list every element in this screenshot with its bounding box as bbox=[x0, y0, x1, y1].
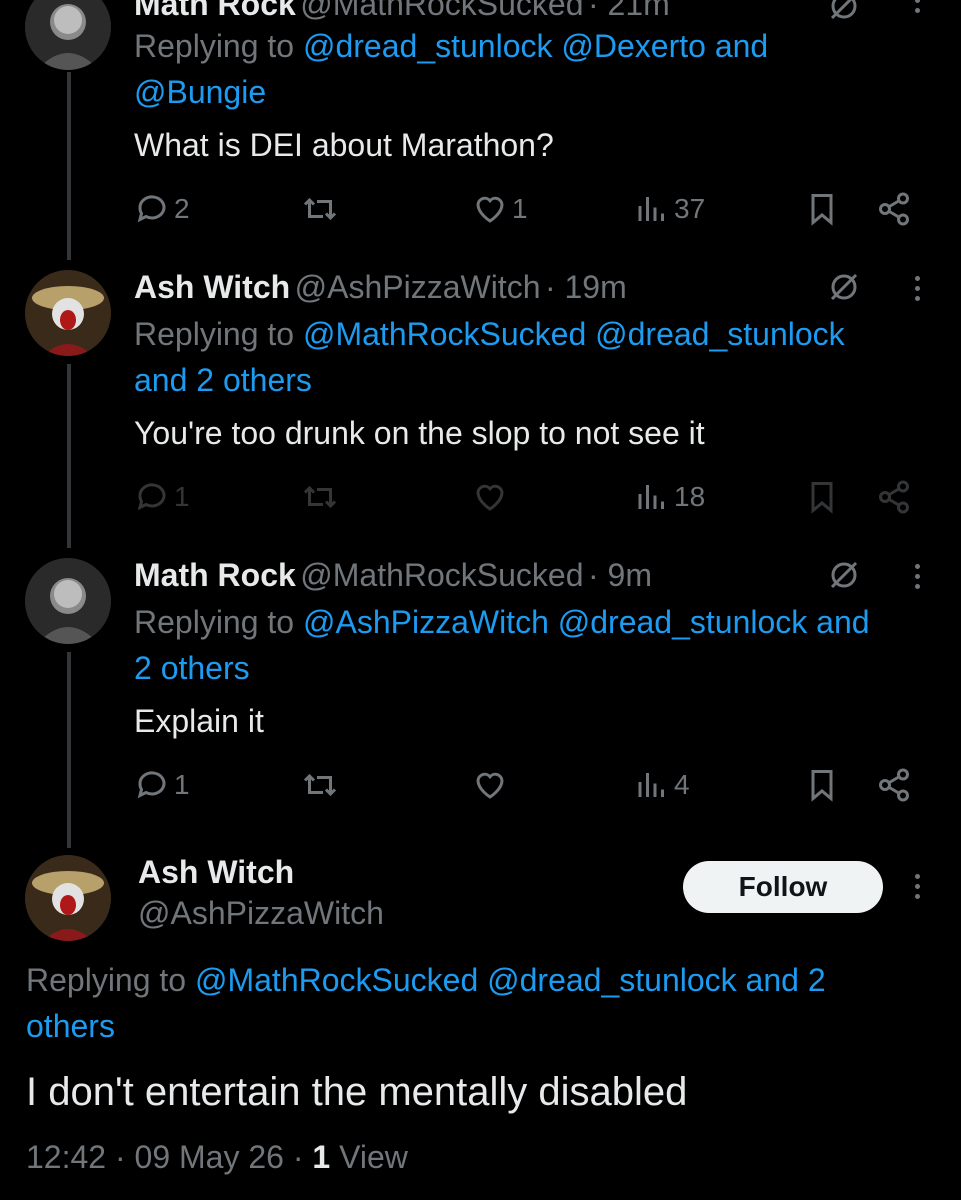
views-button[interactable]: 18 bbox=[634, 475, 705, 519]
mention-link[interactable]: @Bungie bbox=[134, 74, 266, 110]
like-button[interactable]: 1 bbox=[472, 187, 528, 231]
reply-button[interactable]: 1 bbox=[134, 475, 190, 519]
bookmark-icon bbox=[811, 194, 833, 226]
follow-button[interactable]: Follow bbox=[683, 861, 883, 913]
tweet-actions: 1 4 bbox=[134, 763, 924, 807]
replying-to: Replying to @MathRockSucked @dread_stunl… bbox=[26, 962, 826, 1044]
avatar[interactable] bbox=[25, 270, 111, 356]
avatar[interactable] bbox=[25, 0, 111, 70]
views-chart-icon bbox=[638, 773, 664, 797]
reply-count: 1 bbox=[174, 769, 190, 800]
like-button[interactable] bbox=[472, 475, 508, 519]
thread-line bbox=[67, 652, 71, 848]
bookmark-icon bbox=[811, 770, 833, 802]
reply-icon bbox=[137, 195, 166, 223]
avatar[interactable] bbox=[25, 855, 111, 941]
share-icon bbox=[879, 192, 909, 226]
mention-link[interactable]: @AshPizzaWitch @dread_stunlock and bbox=[303, 604, 870, 640]
share-icon bbox=[879, 480, 909, 514]
main-tweet-text: I don't entertain the mentally disabled bbox=[26, 1070, 688, 1114]
tweet-text: You're too drunk on the slop to not see … bbox=[134, 415, 705, 451]
tweet-actions: 1 18 bbox=[134, 475, 924, 519]
replying-to: Replying to @AshPizzaWitch @dread_stunlo… bbox=[134, 604, 870, 686]
display-name[interactable]: Math Rock bbox=[134, 557, 296, 593]
like-count: 1 bbox=[512, 193, 528, 224]
heart-icon bbox=[476, 484, 504, 511]
views-button[interactable]: 37 bbox=[634, 187, 705, 231]
bookmark-icon bbox=[811, 482, 833, 514]
views-count: 18 bbox=[674, 481, 706, 512]
tweet-text: What is DEI about Marathon? bbox=[134, 127, 554, 163]
reply-icon bbox=[137, 771, 166, 799]
avatar[interactable] bbox=[25, 558, 111, 644]
views-count: 4 bbox=[674, 769, 690, 800]
mention-link[interactable]: @dread_stunlock @Dexerto and bbox=[303, 28, 768, 64]
views-chart-icon bbox=[638, 197, 664, 221]
more-vertical-icon[interactable] bbox=[912, 874, 922, 904]
mention-link[interactable]: 2 others bbox=[134, 650, 250, 686]
tweet-header: Math Rock @MathRockSucked · 9m bbox=[134, 555, 652, 602]
views-chart-icon bbox=[638, 485, 664, 509]
mention-link[interactable]: @MathRockSucked @dread_stunlock bbox=[303, 316, 845, 352]
share-button[interactable] bbox=[876, 763, 912, 807]
replying-to: Replying to @MathRockSucked @dread_stunl… bbox=[134, 316, 845, 398]
more-vertical-icon[interactable] bbox=[912, 276, 922, 306]
tweet-date[interactable]: 09 May 26 bbox=[135, 1139, 284, 1175]
timestamp[interactable]: · 19m bbox=[545, 269, 627, 305]
repost-icon bbox=[303, 197, 337, 221]
tweet-text: Explain it bbox=[134, 703, 264, 739]
share-icon bbox=[879, 768, 909, 802]
timestamp[interactable]: · 21m bbox=[588, 0, 670, 22]
mention-link[interactable]: others bbox=[26, 1008, 115, 1044]
repost-button[interactable] bbox=[302, 763, 338, 807]
display-name[interactable]: Ash Witch bbox=[134, 269, 290, 305]
view-label: View bbox=[339, 1139, 408, 1175]
repost-icon bbox=[303, 485, 337, 509]
heart-icon bbox=[476, 772, 504, 799]
bookmark-button[interactable] bbox=[804, 763, 840, 807]
user-handle[interactable]: @AshPizzaWitch bbox=[138, 893, 384, 933]
thread-line bbox=[67, 364, 71, 548]
replying-to: Replying to @dread_stunlock @Dexerto and… bbox=[134, 28, 769, 110]
reply-button[interactable]: 2 bbox=[134, 187, 190, 231]
grok-icon[interactable] bbox=[826, 557, 862, 598]
user-handle[interactable]: @AshPizzaWitch bbox=[295, 269, 541, 305]
reply-count: 1 bbox=[174, 481, 190, 512]
repost-icon bbox=[303, 773, 337, 797]
repost-button[interactable] bbox=[302, 187, 338, 231]
bookmark-button[interactable] bbox=[804, 187, 840, 231]
like-button[interactable] bbox=[472, 763, 508, 807]
view-count: 1 bbox=[312, 1139, 331, 1175]
reply-icon bbox=[137, 483, 166, 511]
share-button[interactable] bbox=[876, 187, 912, 231]
tweet-metadata: 12:42 · 09 May 26 · 1 View bbox=[26, 1139, 408, 1175]
reply-button[interactable]: 1 bbox=[134, 763, 190, 807]
user-handle[interactable]: @MathRockSucked bbox=[300, 557, 583, 593]
grok-icon[interactable] bbox=[826, 269, 862, 310]
display-name[interactable]: Ash Witch bbox=[138, 852, 294, 892]
reply-count: 2 bbox=[174, 193, 190, 224]
tweet-actions: 2 1 37 bbox=[134, 187, 924, 231]
mention-link[interactable]: and 2 others bbox=[134, 362, 312, 398]
more-vertical-icon[interactable] bbox=[912, 0, 922, 18]
tweet-time[interactable]: 12:42 bbox=[26, 1139, 106, 1175]
views-button[interactable]: 4 bbox=[634, 763, 690, 807]
thread-line bbox=[67, 72, 71, 260]
views-count: 37 bbox=[674, 193, 706, 224]
timestamp[interactable]: · 9m bbox=[588, 557, 652, 593]
user-handle[interactable]: @MathRockSucked bbox=[300, 0, 583, 22]
tweet-header: Ash Witch @AshPizzaWitch · 19m bbox=[134, 267, 627, 314]
bookmark-button[interactable] bbox=[804, 475, 840, 519]
repost-button[interactable] bbox=[302, 475, 338, 519]
mention-link[interactable]: @MathRockSucked @dread_stunlock and 2 bbox=[195, 962, 826, 998]
display-name[interactable]: Math Rock bbox=[134, 0, 296, 22]
heart-icon bbox=[476, 196, 504, 223]
more-vertical-icon[interactable] bbox=[912, 564, 922, 594]
share-button[interactable] bbox=[876, 475, 912, 519]
